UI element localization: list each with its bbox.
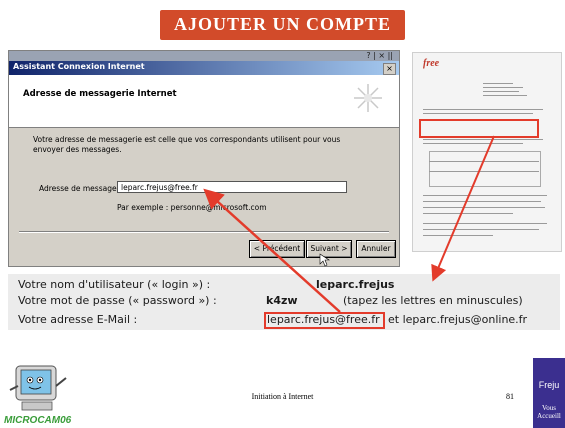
annotation-arrows bbox=[203, 135, 495, 313]
frejus-badge: Freju Vous Accueill bbox=[533, 358, 565, 428]
badge-top-text: Freju bbox=[538, 380, 560, 390]
footer-text: Initiation à Internet bbox=[251, 392, 314, 401]
computer-mascot-icon bbox=[9, 365, 67, 411]
badge-bottom-text: Vous Accueill bbox=[537, 404, 561, 420]
page-number: 81 bbox=[506, 392, 514, 401]
brand-logo: MICROCAM06 bbox=[4, 415, 72, 426]
mouse-cursor-icon bbox=[319, 253, 330, 267]
arrow-to-credentials bbox=[431, 135, 495, 282]
slide: AJOUTER UN COMPTE ? | × || Assistant Con… bbox=[0, 0, 565, 428]
arrow-to-email-field bbox=[203, 188, 341, 313]
